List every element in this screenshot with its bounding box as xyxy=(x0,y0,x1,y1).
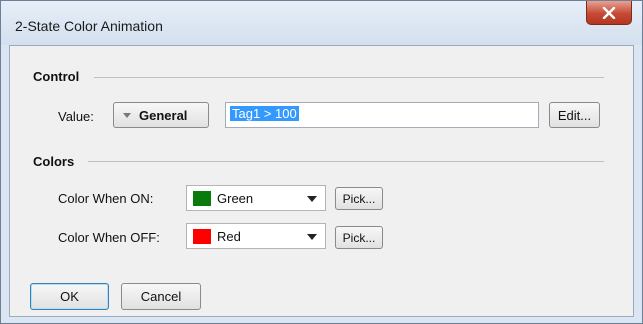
window-title: 2-State Color Animation xyxy=(15,18,163,34)
color-on-label: Color When ON: xyxy=(58,191,154,206)
green-swatch xyxy=(193,191,211,206)
dialog-window: 2-State Color Animation Control Value: G… xyxy=(0,0,643,324)
close-button[interactable] xyxy=(586,1,632,25)
cancel-button-label: Cancel xyxy=(140,289,182,304)
cancel-button[interactable]: Cancel xyxy=(121,283,201,310)
edit-button[interactable]: Edit... xyxy=(549,102,600,128)
control-group-heading: Control xyxy=(33,69,80,84)
ok-button[interactable]: OK xyxy=(30,283,109,310)
control-group-divider xyxy=(94,77,604,78)
dialog-body: Control Value: General Tag1 > 100 Edit..… xyxy=(9,45,634,317)
dropdown-arrow-icon xyxy=(307,196,317,202)
expression-mode-label: General xyxy=(139,107,188,123)
ok-button-label: OK xyxy=(60,289,79,304)
pick-on-label: Pick... xyxy=(342,191,376,206)
colors-group-divider xyxy=(88,161,604,162)
expression-mode-dropdown[interactable]: General xyxy=(113,102,209,128)
edit-button-label: Edit... xyxy=(557,107,592,123)
pick-off-color-button[interactable]: Pick... xyxy=(335,226,383,249)
chevron-down-icon xyxy=(123,112,131,118)
expression-value: Tag1 > 100 xyxy=(230,106,299,121)
color-off-label: Color When OFF: xyxy=(58,230,160,245)
colors-group-heading: Colors xyxy=(33,154,75,169)
title-bar[interactable]: 2-State Color Animation xyxy=(1,1,642,45)
color-on-value: Green xyxy=(217,191,254,206)
value-label: Value: xyxy=(58,109,94,124)
close-icon xyxy=(602,6,616,19)
pick-on-color-button[interactable]: Pick... xyxy=(335,187,383,210)
color-on-select[interactable]: Green xyxy=(186,185,326,211)
red-swatch xyxy=(193,229,211,244)
pick-off-label: Pick... xyxy=(342,230,376,245)
color-off-value: Red xyxy=(217,229,241,244)
dropdown-arrow-icon xyxy=(307,234,317,240)
expression-input[interactable]: Tag1 > 100 xyxy=(225,102,539,128)
color-off-select[interactable]: Red xyxy=(186,223,326,249)
